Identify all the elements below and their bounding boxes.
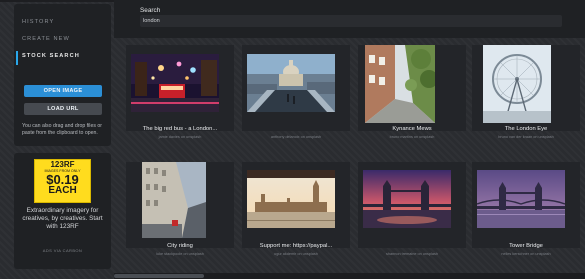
westminster-photo-icon[interactable]	[247, 170, 335, 228]
gallery-card[interactable]: The London Eye bruno van der kraan on un…	[472, 45, 580, 157]
ad-text[interactable]: Extraordinary imagery for creatives, by …	[18, 207, 107, 231]
ad-panel[interactable]: 123RF IMAGES FROM ONLY $0.19 EACH Extrao…	[14, 153, 111, 269]
ad-brand: 123RF	[50, 160, 75, 169]
nav-create-new[interactable]: CREATE NEW	[22, 36, 70, 42]
tower-bridge-dusk-photo-icon[interactable]	[477, 170, 565, 228]
gallery-card[interactable]: Support me: https://paypal... ugur akdem…	[242, 162, 350, 274]
card-title: Support me: https://paypal...	[259, 243, 333, 249]
nav-history[interactable]: HISTORY	[22, 19, 54, 25]
app-window: HISTORY CREATE NEW STOCK SEARCH OPEN IMA…	[0, 0, 585, 279]
card-credit[interactable]: nelles kerschner on unsplash	[472, 252, 580, 256]
gallery-card[interactable]: shannon tremaine on unsplash	[358, 162, 466, 274]
ad-logo[interactable]: 123RF IMAGES FROM ONLY $0.19 EACH	[34, 159, 91, 203]
gallery-card[interactable]: Kynance Mews bruno martins on unsplash	[358, 45, 466, 157]
search-panel: Search	[114, 0, 585, 38]
ad-via-carbon[interactable]: ADS VIA CARBON	[14, 248, 111, 253]
horizontal-scrollbar[interactable]	[114, 273, 585, 279]
gallery-card[interactable]: The big red bus - a London... jamie davi…	[126, 45, 234, 157]
card-credit[interactable]: bruno martins on unsplash	[358, 135, 466, 139]
london-eye-photo-icon[interactable]	[483, 45, 551, 123]
st-pauls-bridge-photo-icon[interactable]	[247, 54, 335, 112]
search-input[interactable]	[140, 15, 562, 27]
gallery-card[interactable]: anthony delanoix on unsplash	[242, 45, 350, 157]
tower-bridge-sunset-photo-icon[interactable]	[363, 170, 451, 228]
card-credit[interactable]: bruno van der kraan on unsplash	[472, 135, 580, 139]
sidebar: HISTORY CREATE NEW STOCK SEARCH OPEN IMA…	[14, 4, 111, 146]
card-credit[interactable]: shannon tremaine on unsplash	[358, 252, 466, 256]
card-title: The big red bus - a London...	[142, 126, 218, 132]
active-nav-indicator	[16, 51, 18, 65]
card-credit[interactable]: jamie davies on unsplash	[126, 135, 234, 139]
search-label: Search	[140, 7, 161, 14]
regent-street-photo-icon[interactable]	[142, 162, 206, 238]
gallery-card[interactable]: City riding luke stackpoole on unsplash	[126, 162, 234, 274]
gallery-card[interactable]: Tower Bridge nelles kerschner on unsplas…	[472, 162, 580, 274]
card-title: City riding	[167, 243, 193, 249]
ad-each: EACH	[48, 185, 77, 196]
card-credit[interactable]: ugur akdemir on unsplash	[242, 252, 350, 256]
load-url-button[interactable]: LOAD URL	[24, 103, 102, 115]
nav-stock-search[interactable]: STOCK SEARCH	[22, 53, 80, 59]
night-street-photo-icon[interactable]	[131, 54, 219, 112]
mews-street-photo-icon[interactable]	[365, 45, 435, 123]
card-title: The London Eye	[504, 126, 548, 132]
scrollbar-thumb[interactable]	[114, 274, 204, 278]
open-image-button[interactable]: OPEN IMAGE	[24, 85, 102, 97]
card-credit[interactable]: luke stackpoole on unsplash	[126, 252, 234, 256]
card-title: Tower Bridge	[509, 243, 543, 249]
drag-drop-hint: You can also drag and drop files or past…	[22, 123, 102, 136]
card-credit[interactable]: anthony delanoix on unsplash	[242, 135, 350, 139]
card-title: Kynance Mews	[392, 126, 432, 132]
